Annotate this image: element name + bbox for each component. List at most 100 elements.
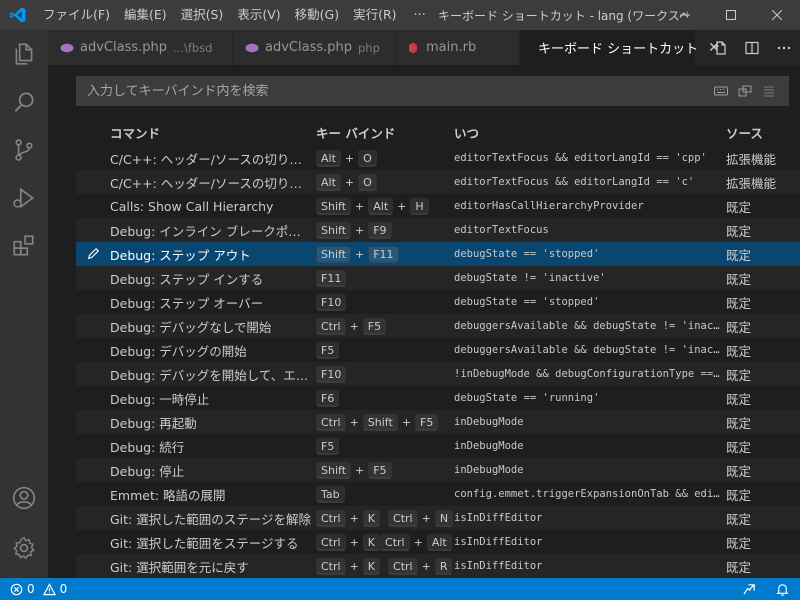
key-label: Alt (316, 173, 341, 191)
key-plus: + (421, 511, 431, 525)
keybinding-cell: Alt + O (316, 173, 454, 191)
gear-icon (13, 536, 35, 560)
tab-label: advClass.php (80, 40, 167, 55)
key-label: F11 (316, 269, 347, 287)
extensions-button[interactable] (0, 222, 48, 270)
window-controls (662, 0, 800, 30)
keybinding-cell: Ctrl+KCtrl+Alt+S (316, 533, 454, 551)
source-label: 拡張機能 (726, 175, 777, 191)
key-label: H (410, 197, 429, 215)
row-action-slot (76, 266, 110, 290)
table-row[interactable]: Debug: 一時停止 F6 debugState == 'running' 既定 (76, 386, 800, 410)
editor-actions (704, 30, 800, 65)
key-label: F10 (316, 365, 347, 383)
menu-file[interactable]: ファイル(F) (36, 0, 117, 30)
minimize-button[interactable] (662, 0, 708, 30)
menu-more-button[interactable]: ··· (404, 8, 436, 23)
keybinding-cell: Ctrl + F5 (316, 317, 454, 335)
key-label: O (358, 173, 377, 191)
key-plus: + (397, 199, 407, 213)
command-label: Debug: 再起動 (110, 415, 197, 431)
key-label: Alt (426, 533, 452, 551)
keybindings-search-input[interactable] (76, 76, 696, 106)
table-row[interactable]: Debug: デバッグの開始 F5 debuggersAvailable && de… (76, 338, 800, 362)
key-label: K (362, 557, 381, 575)
table-row[interactable]: C/C++: ヘッダー/ソースの切り替え Alt + OeditorTextFocus… (76, 146, 800, 170)
keybinding-cell: F5 (316, 341, 454, 359)
menu-edit[interactable]: 編集(E) (117, 0, 174, 30)
open-json-button[interactable] (704, 30, 736, 65)
error-icon (10, 583, 23, 595)
when-clause: !inDebugMode && debugConfigurationType =… (454, 368, 726, 380)
table-row[interactable]: Debug: ステップ アウト Shift + F11 debugState == 's… (76, 242, 800, 266)
table-row[interactable]: Debug: 再起動 Ctrl + Shift + F5 inDebugMode 既定 (76, 410, 800, 434)
command-label: Debug: インライン ブレークポイント (110, 223, 316, 239)
when-clause: debugState != 'inactive' (454, 272, 606, 284)
search-view-button[interactable] (0, 78, 48, 126)
clear-input-icon[interactable] (761, 83, 777, 99)
table-row[interactable]: C/C++: ヘッダー/ソースの切り替え Alt + OeditorTextFocus… (76, 170, 800, 194)
row-action-slot (76, 290, 110, 314)
tab-advclass-php[interactable]: advClass.php php (233, 30, 396, 65)
key-plus: + (349, 535, 359, 549)
keybinding-cell: F11 (316, 269, 454, 287)
source-label: 既定 (726, 247, 752, 263)
problems-status[interactable]: 0 0 (0, 582, 67, 596)
more-actions-button[interactable] (768, 30, 800, 65)
run-debug-button[interactable] (0, 174, 48, 222)
table-row[interactable]: Debug: デバッグなしで開始 Ctrl + F5 debuggersAvailabl… (76, 314, 800, 338)
row-action-slot (76, 386, 110, 410)
keybinding-cell: Shift + F5 (316, 461, 454, 479)
table-row[interactable]: Git: 選択範囲を元に戻す Ctrl + K Ctrl + RisInDiffEditor… (76, 554, 800, 578)
menu-go[interactable]: 移動(G) (288, 0, 346, 30)
close-window-button[interactable] (754, 0, 800, 30)
key-label: Alt (368, 197, 394, 215)
sort-by-precedence-icon[interactable] (737, 83, 753, 99)
maximize-button[interactable] (708, 0, 754, 30)
tab-advclass-fbsd[interactable]: advClass.php ...\fbsd (48, 30, 233, 65)
live-share-icon[interactable] (742, 582, 757, 597)
table-row[interactable]: Emmet: 略語の展開 Tab config.emmet.triggerExpan… (76, 482, 800, 506)
source-label: 既定 (726, 535, 752, 551)
table-row[interactable]: Git: 選択した範囲のステージを解除 Ctrl + K Ctrl + NisInDiffE… (76, 506, 800, 530)
table-row[interactable]: Debug: 停止 Shift + F5 inDebugMode 既定 (76, 458, 800, 482)
column-when[interactable]: いつ (454, 123, 726, 142)
menu-run[interactable]: 実行(R) (346, 0, 403, 30)
vscode-logo-icon[interactable] (0, 0, 36, 30)
status-right (742, 578, 790, 600)
row-action-slot (76, 482, 110, 506)
column-command[interactable]: コマンド (110, 123, 316, 142)
key-plus: + (349, 415, 359, 429)
key-label: F5 (415, 413, 439, 431)
table-row[interactable]: Debug: デバッグを開始して、エントリに移動F10 !inDebugMode … (76, 362, 800, 386)
table-row[interactable]: Debug: ステップ オーバー F10 debugState == 'stoppe… (76, 290, 800, 314)
search-actions (713, 76, 777, 106)
record-keys-icon[interactable] (713, 83, 729, 99)
edit-keybinding-button[interactable] (76, 242, 110, 266)
command-label: Git: 選択した範囲のステージを解除 (110, 511, 311, 527)
tab-keyboard-shortcuts[interactable]: キーボード ショートカット ✕ (520, 30, 720, 65)
split-editor-button[interactable] (736, 30, 768, 65)
accounts-button[interactable] (0, 474, 48, 522)
column-keybinding[interactable]: キー バインド (316, 123, 454, 142)
command-label: C/C++: ヘッダー/ソースの切り替え (110, 151, 315, 167)
table-row[interactable]: Calls: Show Call Hierarchy Shift + Alt + Hedi… (76, 194, 800, 218)
explorer-button[interactable] (0, 30, 48, 78)
tab-main-rb[interactable]: main.rb (396, 30, 520, 65)
key-label: Ctrl (380, 533, 410, 551)
menu-selection[interactable]: 選択(S) (174, 0, 231, 30)
keybinding-cell: F5 (316, 437, 454, 455)
table-row[interactable]: Debug: 続行 F5 inDebugMode 既定 (76, 434, 800, 458)
table-row[interactable]: Git: 選択した範囲をステージする Ctrl+KCtrl+Alt+SisInDi… (76, 530, 800, 554)
manage-button[interactable] (0, 524, 48, 572)
source-label: 拡張機能 (726, 151, 777, 167)
table-row[interactable]: Debug: インライン ブレークポイント Shift + F9 editorTextF… (76, 218, 800, 242)
source-control-button[interactable] (0, 126, 48, 174)
menu-view[interactable]: 表示(V) (230, 0, 287, 30)
column-source[interactable]: ソース (726, 123, 800, 142)
maximize-icon (726, 10, 736, 20)
table-row[interactable]: Debug: ステップ インする F11 debugState != 'inacti… (76, 266, 800, 290)
row-action-slot (76, 506, 110, 530)
when-clause: debugState == 'stopped' (454, 248, 600, 260)
notifications-bell-icon[interactable] (775, 582, 790, 597)
